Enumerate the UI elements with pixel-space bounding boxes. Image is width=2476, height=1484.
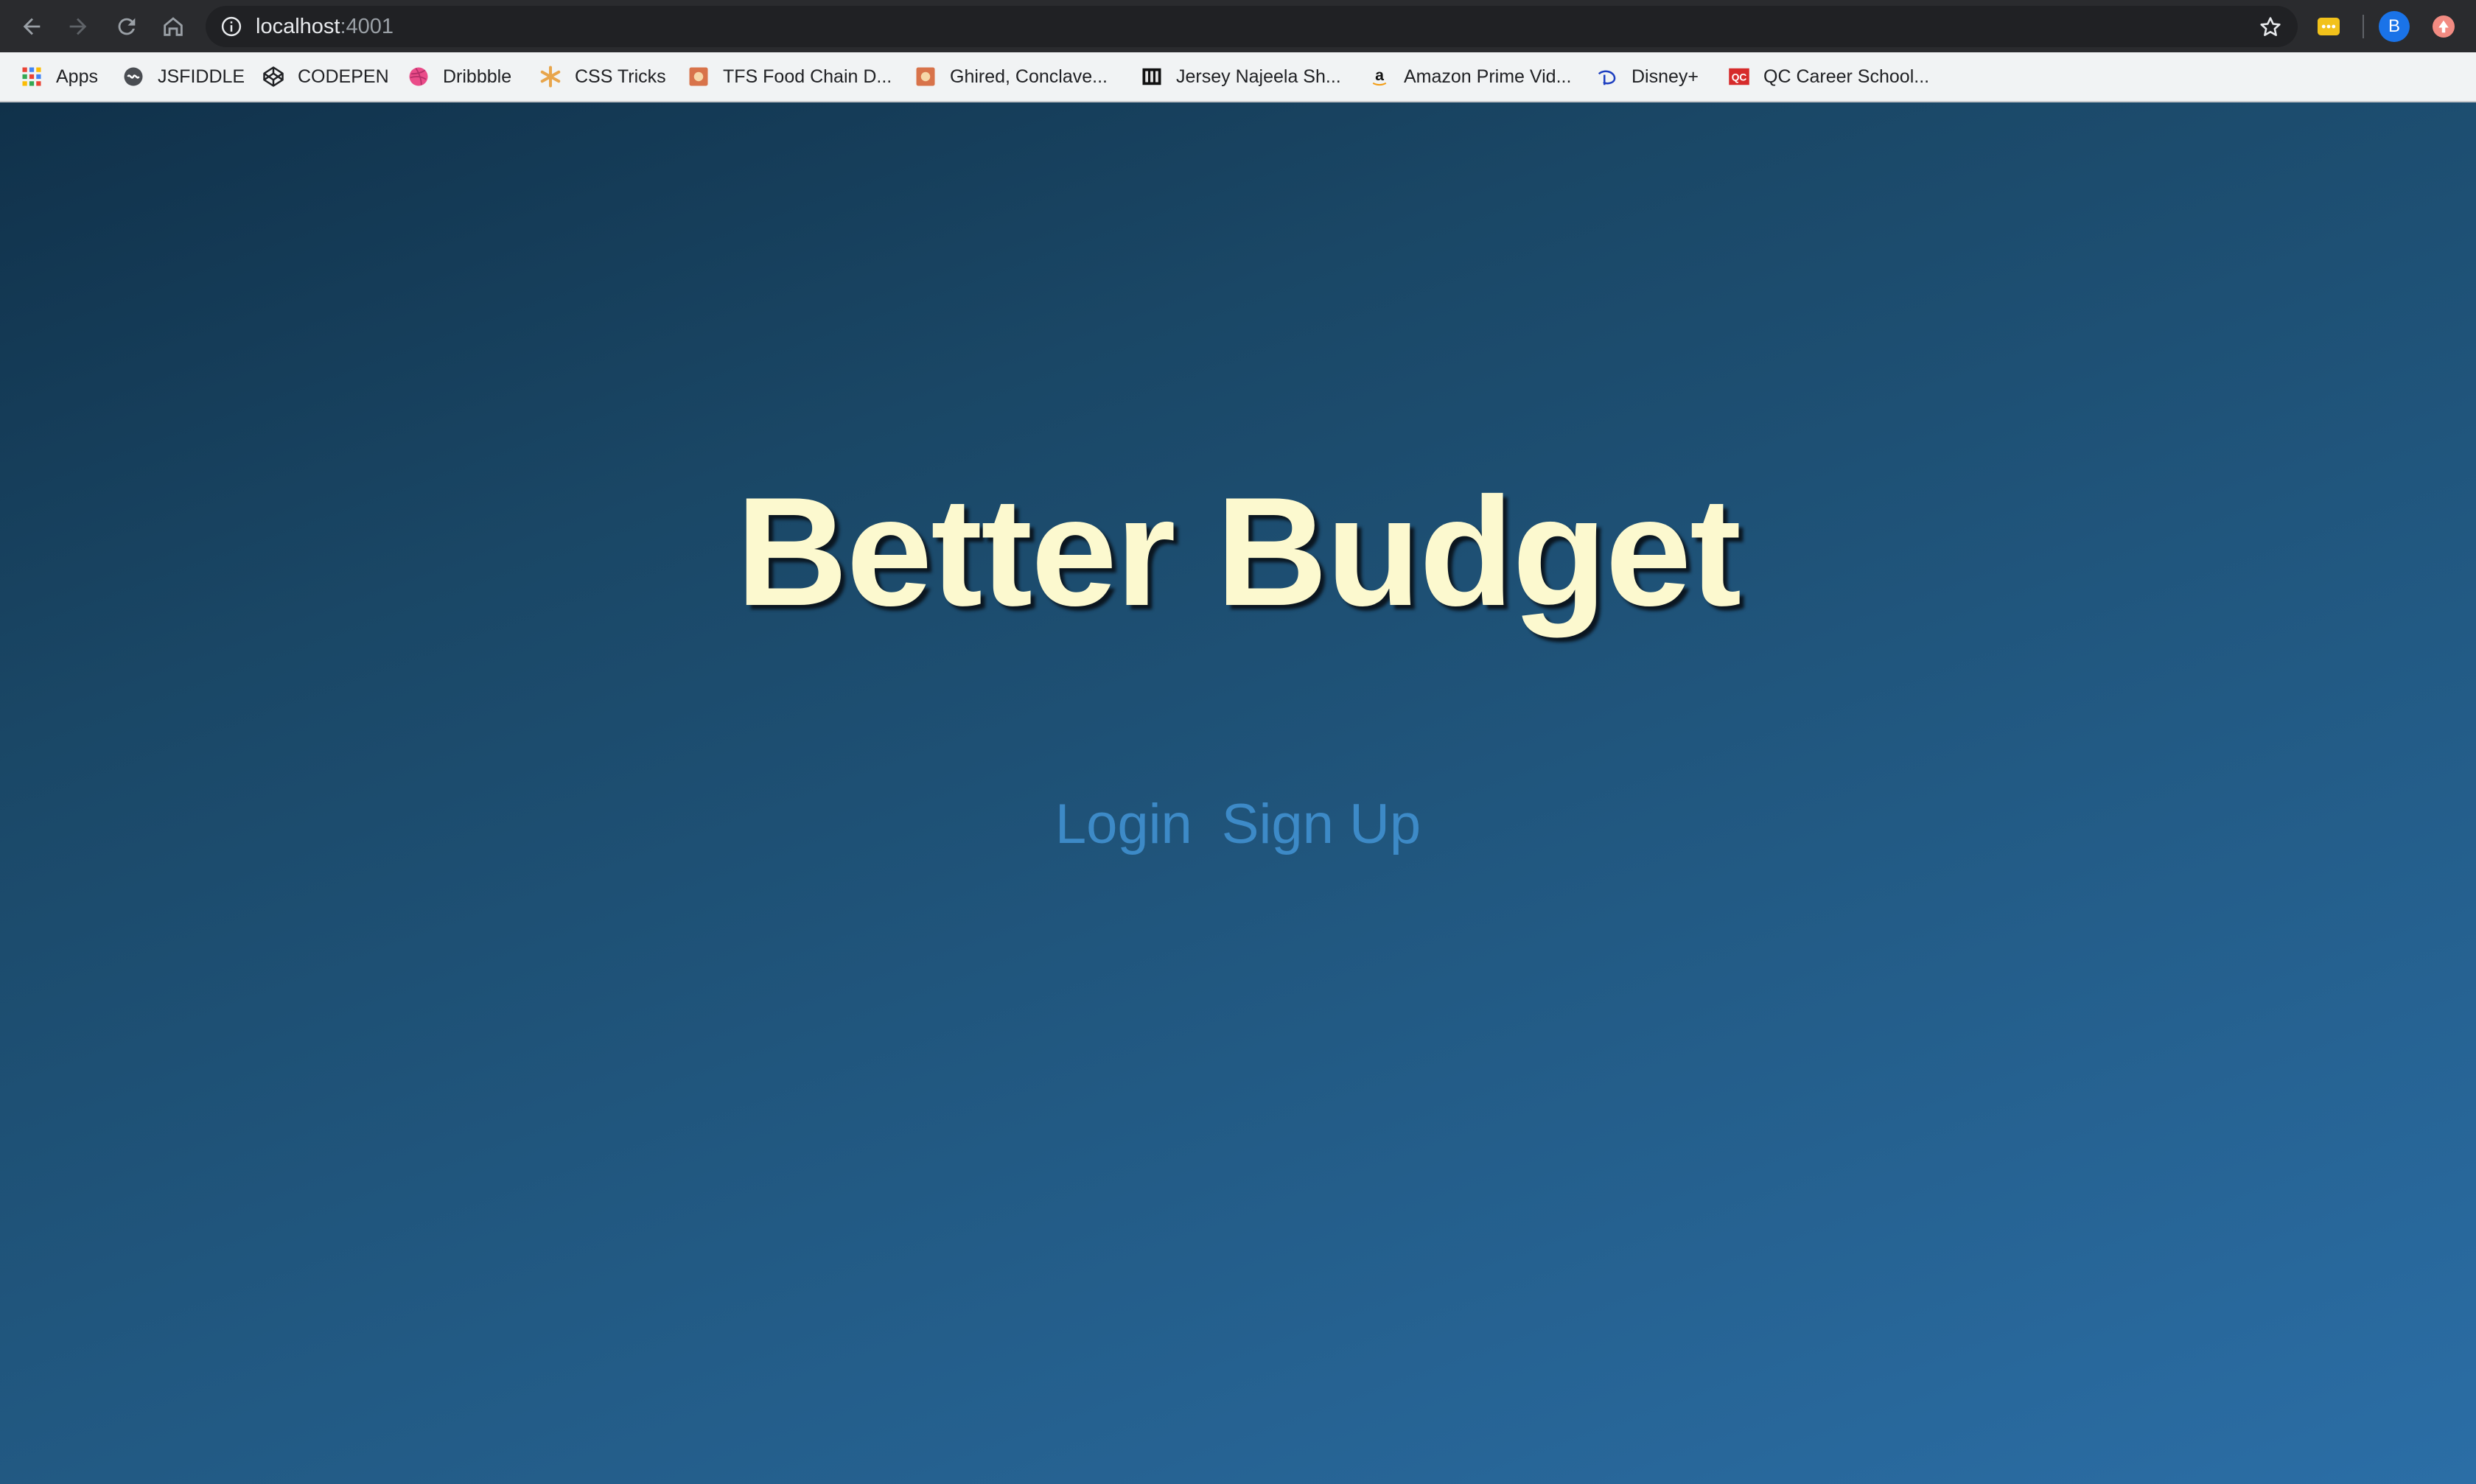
bookmark-label: CSS Tricks [575, 66, 666, 87]
url-host: localhost [256, 15, 340, 38]
bookmark-label: Ghired, Conclave... [950, 66, 1108, 87]
ghired-icon [916, 67, 935, 86]
bookmark-qc-career[interactable]: QC QC Career School... [1728, 52, 1929, 101]
bookmark-label: Dribbble [443, 66, 512, 87]
home-button[interactable] [157, 10, 189, 43]
bookmark-label: Disney+ [1632, 66, 1699, 87]
svg-text:QC: QC [1732, 72, 1747, 83]
tfs-icon [689, 67, 708, 86]
bookmark-label: Jersey Najeela Sh... [1176, 66, 1341, 87]
extension-icon[interactable] [2315, 13, 2342, 40]
bookmark-css-tricks[interactable]: CSS Tricks [539, 52, 666, 101]
forward-button[interactable] [62, 10, 94, 43]
address-bar[interactable]: localhost:4001 [206, 6, 2298, 47]
page-content: Better Budget Login Sign Up [0, 102, 2476, 1484]
disney-icon [1598, 70, 1616, 85]
apps-grid-icon [22, 67, 41, 86]
page-title: Better Budget [735, 465, 1741, 638]
bookmark-label: Apps [56, 66, 98, 87]
bookmark-label: Amazon Prime Vid... [1404, 66, 1572, 87]
bookmark-label: QC Career School... [1763, 66, 1930, 87]
dribbble-icon [409, 67, 428, 86]
bookmark-label: TFS Food Chain D... [723, 66, 892, 87]
back-arrow-icon [23, 18, 41, 35]
login-link[interactable]: Login [1055, 788, 1192, 861]
css-tricks-icon [540, 66, 561, 88]
reload-button[interactable] [111, 10, 143, 43]
url-port: :4001 [340, 15, 394, 38]
bookmark-label: CODEPEN [298, 66, 389, 87]
bookmark-jersey[interactable]: Jersey Najeela Sh... [1141, 52, 1341, 101]
home-icon [164, 17, 183, 36]
profile-avatar[interactable]: B [2379, 11, 2410, 42]
codepen-icon [263, 66, 284, 87]
bookmark-star-icon[interactable] [2258, 15, 2283, 40]
bookmark-ghired[interactable]: Ghired, Conclave... [914, 52, 1108, 101]
toolbar-divider [2363, 15, 2364, 38]
bookmark-label: JSFIDDLE [158, 66, 245, 87]
jsfiddle-icon [124, 67, 143, 86]
bookmarks-bar: Apps JSFIDDLE CODEPEN Dribbble CSS Trick… [0, 52, 2476, 102]
browser-window: localhost:4001 B Apps JSFIDDLE CODEPEN D… [0, 0, 2476, 1484]
bookmark-jsfiddle[interactable]: JSFIDDLE [122, 52, 245, 101]
amazon-icon: a [1372, 66, 1387, 86]
browser-toolbar: localhost:4001 B [0, 0, 2476, 52]
extension-alert-icon[interactable] [2430, 13, 2457, 40]
signup-link[interactable]: Sign Up [1222, 788, 1421, 861]
svg-text:a: a [1375, 66, 1384, 84]
bookmark-codepen[interactable]: CODEPEN [262, 52, 389, 101]
reload-icon [118, 18, 136, 35]
jersey-icon [1142, 68, 1161, 85]
url-text: localhost:4001 [256, 6, 394, 47]
site-info-icon[interactable] [220, 15, 242, 38]
forward-arrow-icon [69, 18, 87, 35]
qc-icon: QC [1729, 68, 1749, 85]
auth-links: Login Sign Up [0, 788, 2476, 861]
bookmark-dribbble[interactable]: Dribbble [408, 52, 511, 101]
bookmark-disney[interactable]: Disney+ [1596, 52, 1699, 101]
bookmark-apps[interactable]: Apps [21, 52, 98, 101]
bookmark-amazon[interactable]: a Amazon Prime Vid... [1368, 52, 1571, 101]
back-button[interactable] [15, 10, 48, 43]
bookmark-tfs[interactable]: TFS Food Chain D... [688, 52, 892, 101]
